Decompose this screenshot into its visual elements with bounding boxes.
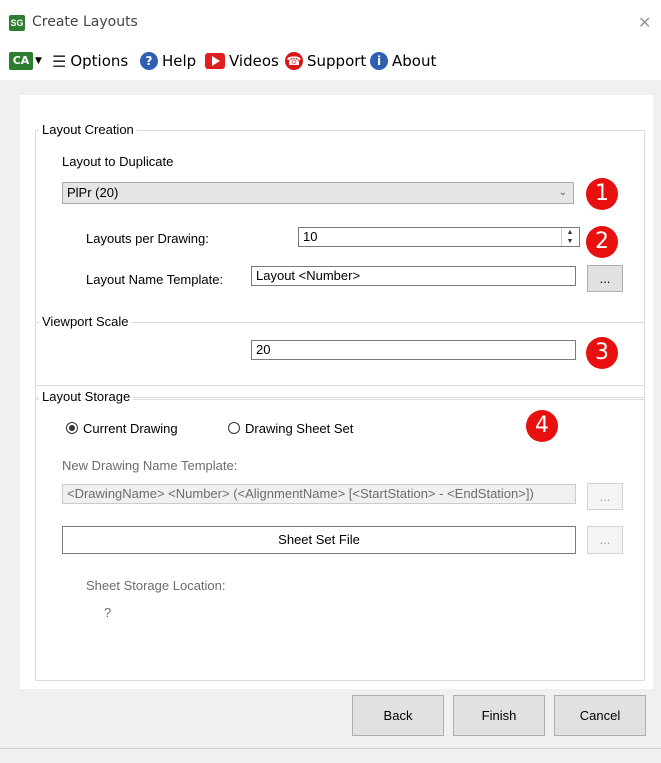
step-badge-4: 4 [526, 410, 558, 442]
current-drawing-label[interactable]: Current Drawing [83, 421, 178, 436]
layout-to-duplicate-select[interactable]: PlPr (20) ⌄ [62, 182, 574, 204]
new-drawing-name-field[interactable]: <DrawingName> <Number> (<AlignmentName> … [62, 484, 576, 504]
toolbar: CA ▼ ☰ Options ? Help Videos ☎ Support i… [0, 46, 661, 76]
step-badge-2: 2 [586, 226, 618, 258]
ca-menu-button[interactable]: CA ▼ [9, 46, 42, 76]
layout-name-template-field[interactable]: Layout <Number> [251, 266, 576, 286]
current-drawing-radio[interactable] [66, 422, 78, 434]
videos-label: Videos [229, 52, 279, 70]
close-icon[interactable]: ✕ [638, 13, 651, 32]
layout-name-browse-button[interactable]: ... [587, 265, 623, 292]
layout-storage-legend: Layout Storage [39, 389, 134, 404]
viewport-scale-field[interactable]: 20 [251, 340, 576, 360]
ca-logo-icon: CA [9, 52, 33, 70]
sheet-set-label[interactable]: Drawing Sheet Set [245, 421, 353, 436]
options-label: Options [70, 52, 129, 70]
stepper-arrows-icon[interactable]: ▲ ▼ [561, 228, 578, 246]
help-button[interactable]: ? Help [140, 46, 196, 76]
step-badge-3: 3 [586, 337, 618, 369]
layout-to-duplicate-value: PlPr (20) [67, 185, 119, 200]
help-label: Help [162, 52, 197, 70]
layouts-per-drawing-value: 10 [303, 229, 318, 244]
layout-name-template-label: Layout Name Template: [86, 272, 224, 287]
layouts-per-drawing-label: Layouts per Drawing: [86, 231, 209, 246]
list-icon: ☰ [52, 51, 67, 71]
help-icon: ? [140, 52, 158, 70]
content-panel: Layout Creation Layout to Duplicate PlPr… [20, 95, 653, 689]
sheet-storage-location-label: Sheet Storage Location: [86, 578, 226, 593]
new-drawing-name-label: New Drawing Name Template: [62, 458, 238, 473]
finish-button[interactable]: Finish [453, 695, 545, 736]
app-logo-icon: SG [9, 15, 25, 31]
chevron-down-icon: ▼ [35, 56, 42, 66]
support-button[interactable]: ☎ Support [285, 46, 366, 76]
title-bar: SG Create Layouts ✕ [0, 0, 661, 44]
layout-to-duplicate-label: Layout to Duplicate [62, 154, 174, 169]
about-button[interactable]: i About [370, 46, 436, 76]
video-icon [205, 53, 225, 69]
support-label: Support [307, 52, 367, 70]
about-label: About [392, 52, 437, 70]
sheet-set-file-button[interactable]: Sheet Set File [62, 526, 576, 554]
sheet-set-browse-button[interactable]: ... [587, 526, 623, 554]
chevron-down-icon: ⌄ [558, 187, 567, 198]
window-title: Create Layouts [32, 14, 138, 30]
videos-button[interactable]: Videos [205, 46, 279, 76]
info-icon: i [370, 52, 388, 70]
back-button[interactable]: Back [352, 695, 444, 736]
step-badge-1: 1 [586, 178, 618, 210]
cancel-button[interactable]: Cancel [554, 695, 646, 736]
sheet-storage-location-value: ? [104, 605, 112, 620]
options-button[interactable]: ☰ Options [52, 46, 128, 76]
layouts-per-drawing-stepper[interactable]: 10 ▲ ▼ [298, 227, 580, 247]
support-icon: ☎ [285, 52, 303, 70]
layout-creation-legend: Layout Creation [39, 122, 137, 137]
viewport-scale-legend: Viewport Scale [39, 314, 132, 329]
new-drawing-browse-button[interactable]: ... [587, 483, 623, 510]
status-divider [0, 748, 661, 749]
sheet-set-radio[interactable] [228, 422, 240, 434]
